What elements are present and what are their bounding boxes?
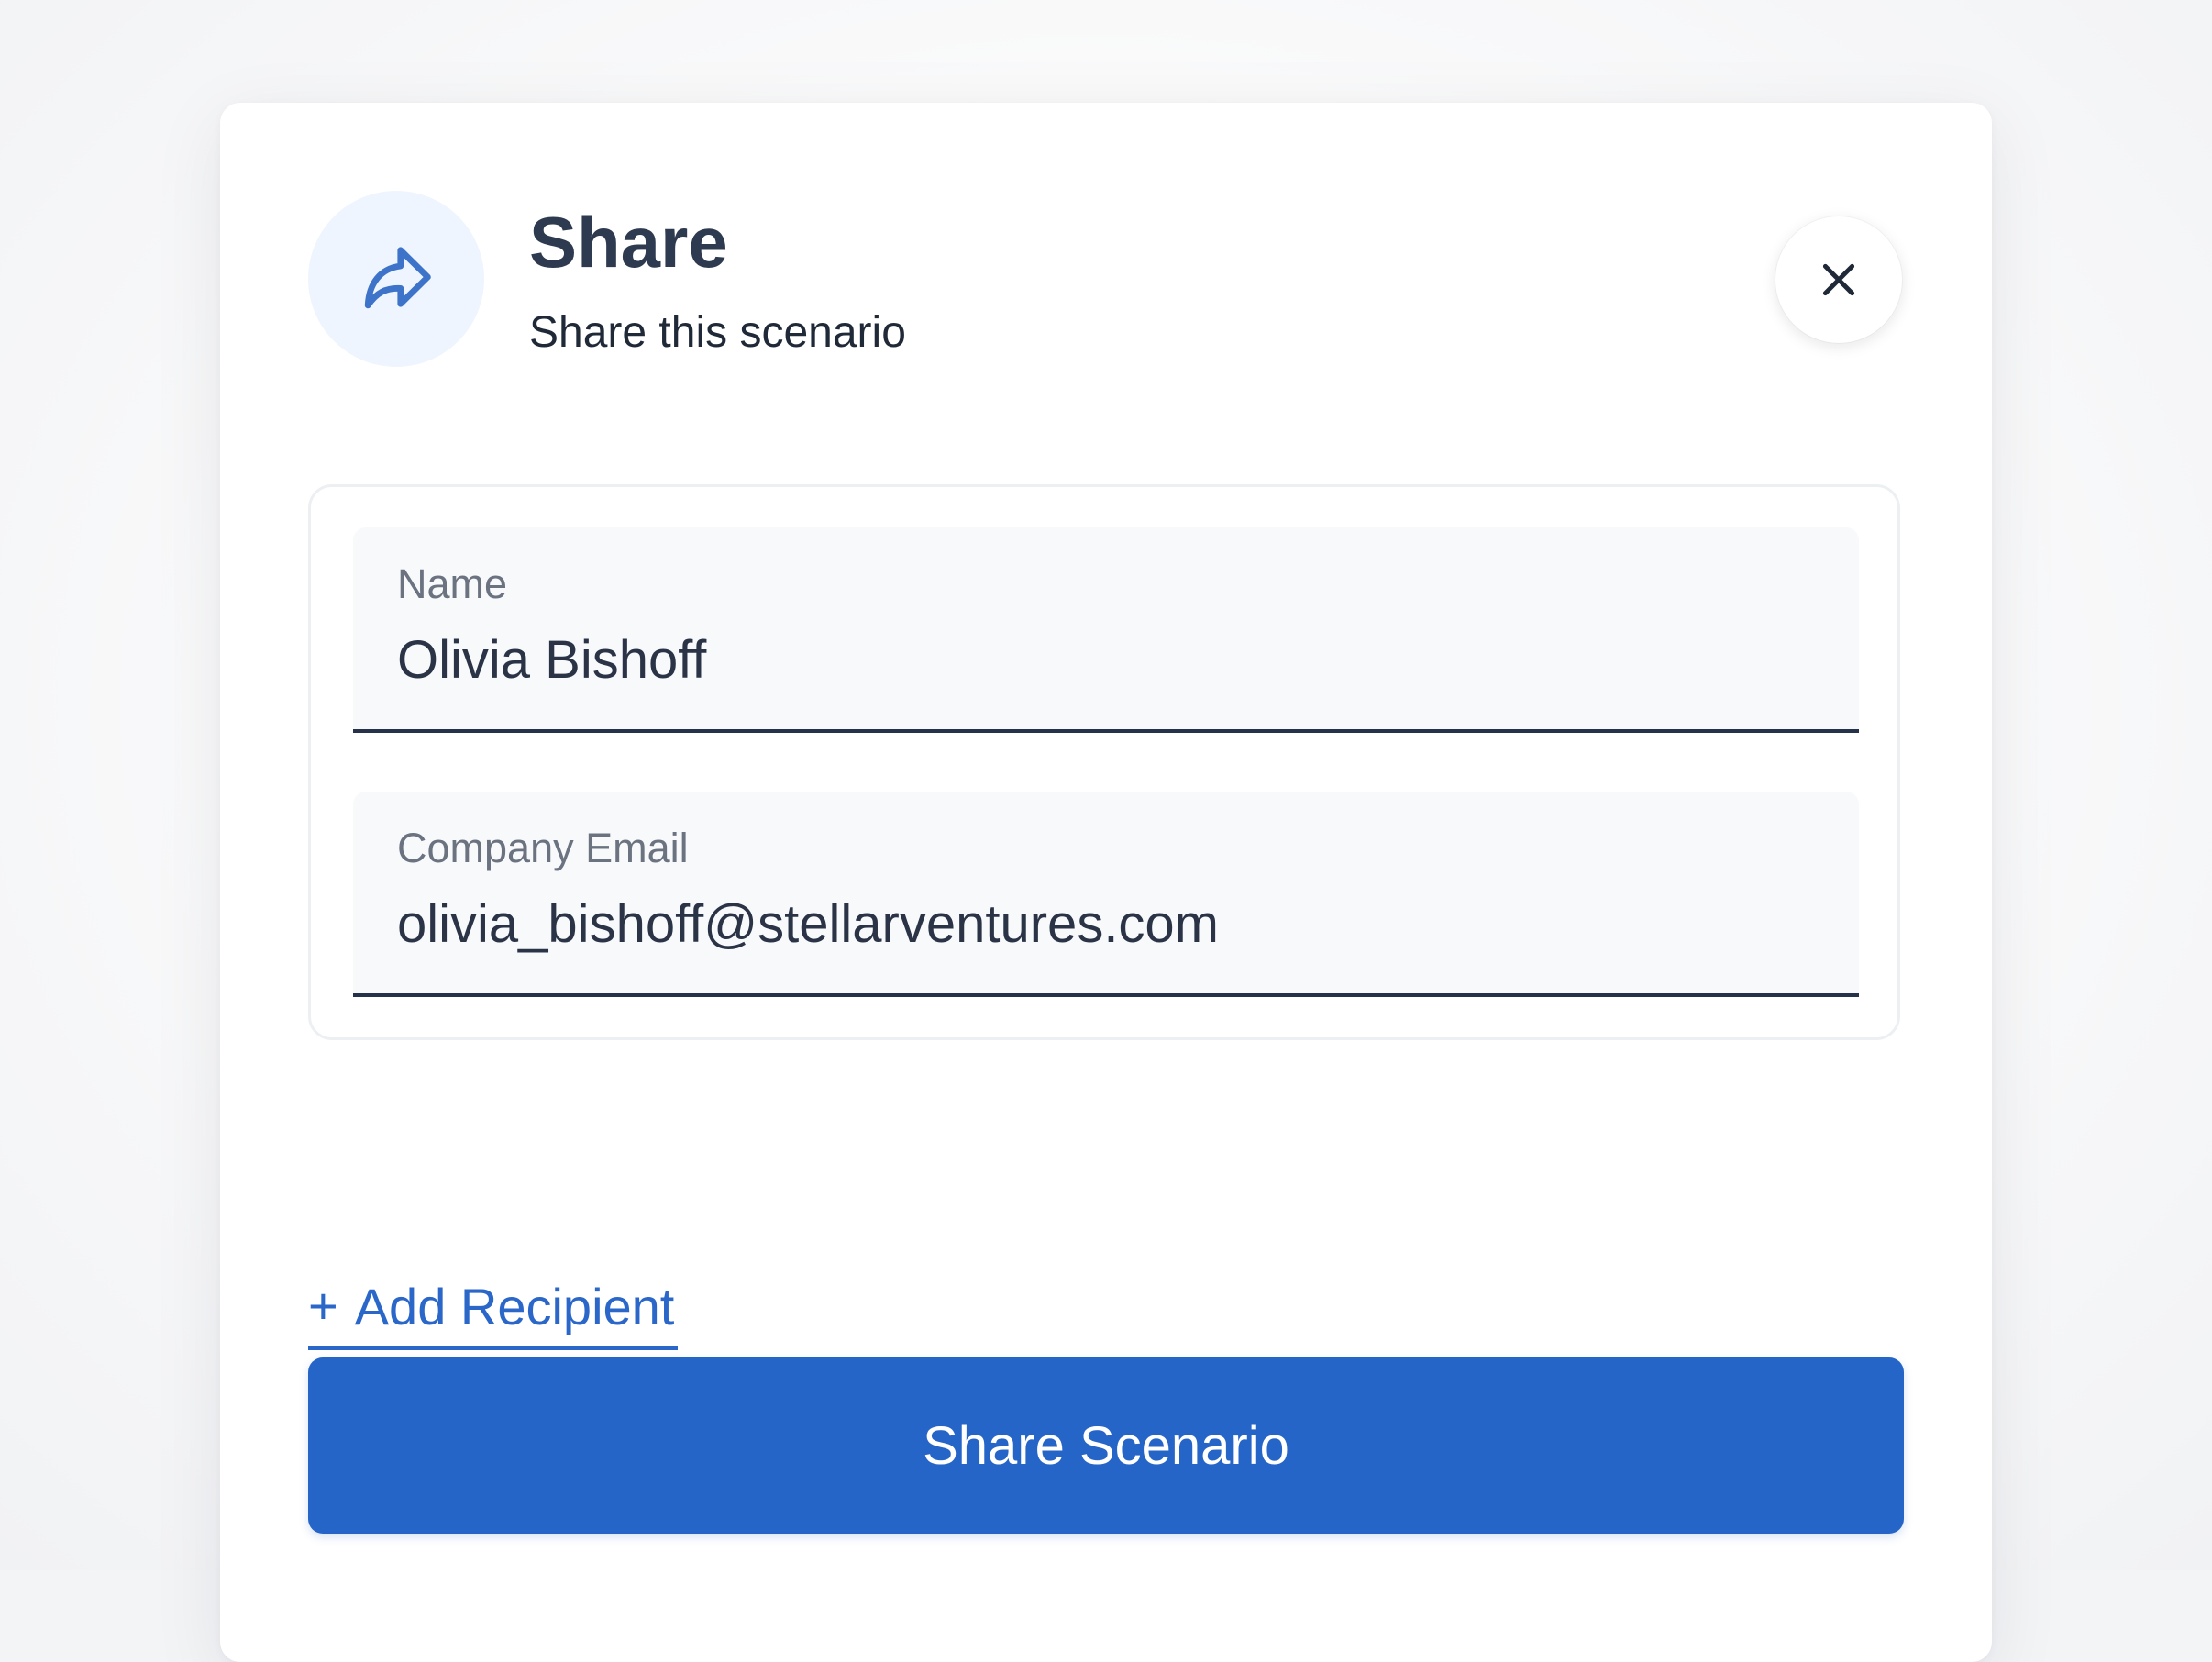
dialog-title: Share [529, 202, 728, 283]
share-scenario-button[interactable]: Share Scenario [308, 1357, 1904, 1534]
share-dialog: Share Share this scenario Name Company E… [220, 103, 1992, 1662]
share-arrow-icon [364, 247, 431, 309]
recipient-card: Name Company Email [308, 484, 1900, 1040]
name-input[interactable] [397, 623, 1809, 696]
share-icon-badge [308, 191, 484, 367]
name-field[interactable]: Name [353, 527, 1859, 733]
email-field-label: Company Email [397, 825, 689, 871]
email-field[interactable]: Company Email [353, 792, 1859, 997]
add-recipient-link[interactable]: + Add Recipient [308, 1266, 679, 1350]
close-button[interactable] [1775, 216, 1902, 343]
dialog-subtitle: Share this scenario [529, 308, 906, 357]
plus-icon: + [308, 1277, 338, 1335]
add-recipient-label: Add Recipient [354, 1277, 675, 1335]
name-field-label: Name [397, 560, 508, 607]
close-icon [1822, 263, 1855, 296]
email-input[interactable] [397, 887, 1809, 960]
